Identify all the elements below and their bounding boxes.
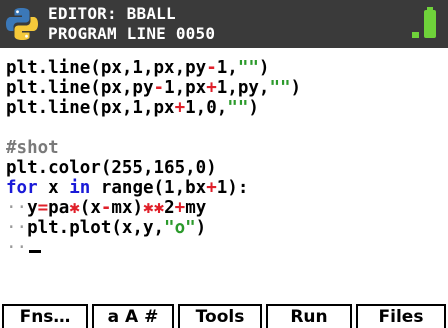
char-menu-button[interactable]: a A #	[92, 304, 174, 328]
program-line-indicator: PROGRAM LINE 0050	[48, 24, 216, 43]
code-line[interactable]: ··y=pa✱(x-mx)✱✱2+my	[6, 198, 446, 218]
indent-marker: ··	[6, 218, 28, 238]
indent-marker: ··	[6, 238, 28, 258]
code-line-current[interactable]: ··	[6, 238, 446, 258]
code-line[interactable]: plt.color(255,165,0)	[6, 158, 446, 178]
indent-marker: ··	[6, 198, 28, 218]
fns-menu-button[interactable]: Fns…	[2, 304, 88, 328]
code-comment[interactable]: #shot	[6, 138, 446, 158]
tools-menu-button[interactable]: Tools	[178, 304, 262, 328]
editor-title: EDITOR: BBALL	[48, 4, 176, 23]
code-line[interactable]: ··plt.plot(x,y,"o")	[6, 218, 446, 238]
battery-icon	[412, 7, 440, 40]
code-line[interactable]: plt.line(px,1,px,py-1,"")	[6, 58, 446, 78]
text-cursor	[29, 249, 42, 253]
editor-header: EDITOR: BBALL PROGRAM LINE 0050	[0, 0, 448, 48]
files-menu-button[interactable]: Files	[356, 304, 446, 328]
code-line[interactable]: for x in range(1,bx+1):	[6, 178, 446, 198]
code-line[interactable]: plt.line(px,py-1,px+1,py,"")	[6, 78, 446, 98]
blank-line[interactable]	[6, 118, 446, 138]
python-icon	[6, 8, 38, 40]
code-line[interactable]: plt.line(px,1,px+1,0,"")	[6, 98, 446, 118]
softkey-menu: Fns… a A # Tools Run Files	[0, 304, 448, 328]
run-button[interactable]: Run	[266, 304, 352, 328]
code-editor[interactable]: plt.line(px,1,px,py-1,"") plt.line(px,py…	[6, 58, 446, 258]
